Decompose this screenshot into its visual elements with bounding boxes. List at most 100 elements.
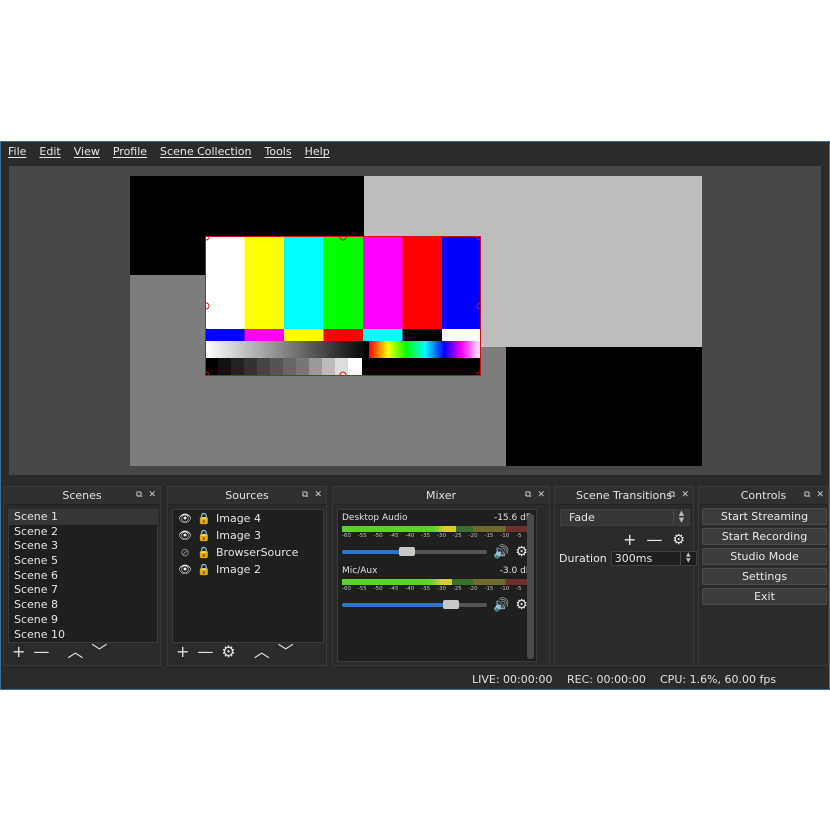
bar-yellow — [244, 236, 284, 329]
scene-item[interactable]: Scene 3 — [9, 539, 157, 554]
black-block-bottom-right — [506, 347, 702, 466]
volume-meter — [342, 526, 532, 532]
duration-label: Duration — [559, 552, 607, 565]
bar-blue — [442, 236, 481, 329]
float-icon[interactable]: ⧉ — [804, 490, 810, 500]
menu-scene-collection[interactable]: Scene Collection — [160, 145, 251, 158]
meter-level — [342, 579, 453, 585]
float-icon[interactable]: ⧉ — [136, 490, 142, 500]
remove-source-button[interactable]: — — [197, 643, 213, 661]
transition-gear-icon[interactable]: ⚙ — [672, 532, 685, 548]
close-icon[interactable]: ✕ — [681, 490, 689, 500]
menu-tools[interactable]: Tools — [265, 145, 292, 158]
eye-icon[interactable]: 👁 — [178, 512, 192, 525]
program-canvas[interactable] — [130, 176, 702, 466]
source-item[interactable]: ⊘ 🔒 BrowserSource — [173, 544, 323, 561]
menu-profile[interactable]: Profile — [113, 145, 147, 158]
scale-tick: -40 — [405, 586, 415, 592]
exit-button[interactable]: Exit — [702, 588, 827, 605]
scale-tick: -15 — [484, 533, 494, 539]
gear-icon[interactable]: ⚙ — [515, 544, 528, 560]
scene-item[interactable]: Scene 10 — [9, 628, 157, 643]
sources-dock: Sources ⧉ ✕ 👁 🔒 Image 4 👁 🔒 Image 3 ⊘ 🔒 B… — [167, 486, 327, 666]
duration-stepper[interactable]: ▲ ▼ — [679, 552, 696, 565]
scene-item[interactable]: Scene 8 — [9, 598, 157, 613]
close-icon[interactable]: ✕ — [148, 490, 156, 500]
settings-button[interactable]: Settings — [702, 568, 827, 585]
source-properties-gear-icon[interactable]: ⚙ — [221, 643, 235, 661]
eye-hidden-icon[interactable]: ⊘ — [178, 546, 192, 559]
scene-item[interactable]: Scene 6 — [9, 569, 157, 584]
float-icon[interactable]: ⧉ — [525, 490, 531, 500]
bar-magenta — [363, 236, 403, 329]
remove-transition-button[interactable]: — — [646, 530, 662, 549]
eye-icon[interactable]: 👁 — [178, 563, 192, 576]
start-recording-button[interactable]: Start Recording — [702, 528, 827, 545]
meter-level — [342, 526, 456, 532]
bar-green — [323, 236, 363, 329]
menu-bar: File Edit View Profile Scene Collection … — [1, 142, 829, 161]
scene-item[interactable]: Scene 1 — [9, 510, 157, 525]
float-icon[interactable]: ⧉ — [302, 490, 308, 500]
menu-view[interactable]: View — [74, 145, 100, 158]
scene-item[interactable]: Scene 7 — [9, 583, 157, 598]
scene-item[interactable]: Scene 9 — [9, 613, 157, 628]
menu-edit[interactable]: Edit — [39, 145, 60, 158]
speaker-icon[interactable]: 🔊 — [493, 598, 509, 613]
scene-item[interactable]: Scene 2 — [9, 525, 157, 540]
speaker-icon[interactable]: 🔊 — [493, 545, 509, 560]
move-up-button[interactable]: ︿ — [254, 643, 270, 661]
meter-scale: -60-55-50-45-40-35-30-25-20-15-10-50 — [342, 586, 532, 593]
add-transition-button[interactable]: + — [623, 530, 636, 549]
remove-scene-button[interactable]: — — [33, 643, 49, 661]
mixer-scrollbar[interactable] — [527, 514, 534, 659]
move-down-button[interactable]: ﹀ — [278, 643, 294, 661]
start-streaming-button[interactable]: Start Streaming — [702, 508, 827, 525]
add-scene-button[interactable]: + — [12, 643, 25, 661]
scale-tick: -45 — [389, 533, 399, 539]
scenes-toolbar: + — ︿ ﹀ — [8, 642, 107, 662]
source-item[interactable]: 👁 🔒 Image 2 — [173, 561, 323, 578]
studio-mode-button[interactable]: Studio Mode — [702, 548, 827, 565]
lock-icon[interactable]: 🔒 — [197, 563, 211, 576]
chevron-updown-icon[interactable]: ▲ ▼ — [673, 510, 689, 525]
close-icon[interactable]: ✕ — [537, 490, 545, 500]
volume-slider[interactable] — [342, 600, 487, 609]
scale-tick: -25 — [452, 586, 462, 592]
hue-ramp — [369, 341, 481, 358]
color-bars-source[interactable] — [205, 236, 481, 376]
add-source-button[interactable]: + — [176, 643, 189, 661]
slider-knob[interactable] — [442, 600, 459, 609]
gear-icon[interactable]: ⚙ — [515, 597, 528, 613]
source-item[interactable]: 👁 🔒 Image 4 — [173, 510, 323, 527]
sources-list: 👁 🔒 Image 4 👁 🔒 Image 3 ⊘ 🔒 BrowserSourc… — [172, 509, 324, 643]
lock-icon[interactable]: 🔒 — [197, 512, 211, 525]
mixer-dock-title: Mixer ⧉ ✕ — [333, 487, 549, 505]
menu-file[interactable]: File — [8, 145, 26, 158]
scale-tick: -60 — [342, 533, 351, 539]
bar-white — [205, 236, 245, 329]
scenes-dock: Scenes ⧉ ✕ Scene 1 Scene 2 Scene 3 Scene … — [3, 486, 161, 666]
source-item[interactable]: 👁 🔒 Image 3 — [173, 527, 323, 544]
eye-icon[interactable]: 👁 — [178, 529, 192, 542]
move-up-button[interactable]: ︿ — [67, 643, 83, 661]
scale-tick: -35 — [421, 533, 431, 539]
scene-item[interactable]: Scene 5 — [9, 554, 157, 569]
preview-area[interactable] — [9, 166, 821, 475]
scale-tick: -5 — [516, 533, 522, 539]
scenes-list: Scene 1 Scene 2 Scene 3 Scene 5 Scene 6 … — [8, 509, 158, 643]
volume-slider[interactable] — [342, 547, 487, 556]
transition-select[interactable]: Fade ▲ ▼ — [560, 509, 690, 526]
menu-help[interactable]: Help — [305, 145, 330, 158]
sources-toolbar: + — ⚙ ︿ ﹀ — [172, 642, 294, 662]
move-down-button[interactable]: ﹀ — [91, 643, 107, 661]
source-name: Image 3 — [216, 529, 261, 542]
lock-icon[interactable]: 🔒 — [197, 529, 211, 542]
duration-field[interactable]: 300ms ▲ ▼ — [610, 551, 697, 566]
slider-knob[interactable] — [399, 547, 416, 556]
float-icon[interactable]: ⧉ — [669, 490, 675, 500]
lock-icon[interactable]: 🔒 — [197, 546, 211, 559]
scale-tick: -50 — [373, 533, 383, 539]
close-icon[interactable]: ✕ — [314, 490, 322, 500]
close-icon[interactable]: ✕ — [816, 490, 824, 500]
